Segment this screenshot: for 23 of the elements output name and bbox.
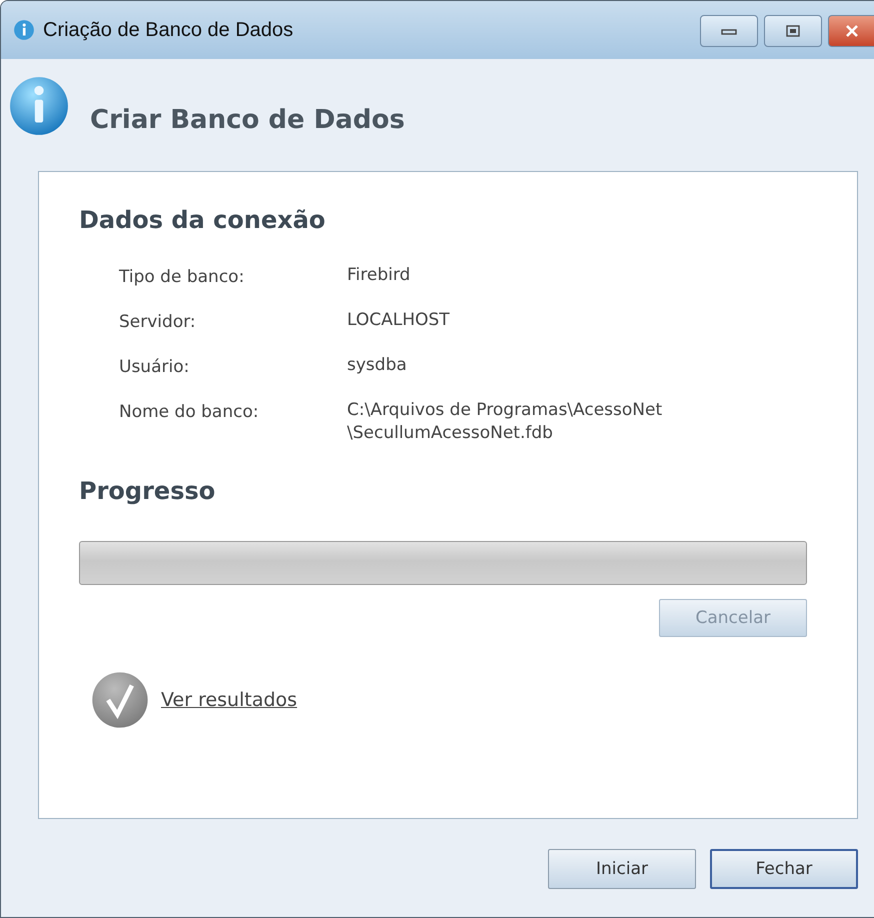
field-label: Tipo de banco: xyxy=(119,266,246,289)
close-icon xyxy=(844,25,858,37)
section-heading: Dados da conexão xyxy=(79,206,326,234)
window-title: Criação de Banco de Dados xyxy=(43,18,294,42)
field-value: C:\Arquivos de Programas\AcessoNet \SecullumAcessoNet.fdb xyxy=(347,398,664,445)
minimize-button[interactable] xyxy=(700,15,758,47)
field-label: Nome do banco: xyxy=(119,400,260,424)
maximize-button[interactable] xyxy=(764,15,822,47)
field-value: sysdba xyxy=(347,354,408,377)
field-value: Firebird xyxy=(347,264,412,287)
results-link[interactable]: Ver resultados xyxy=(161,688,298,711)
field-label: Usuário: xyxy=(119,356,190,379)
close-button[interactable] xyxy=(828,15,874,47)
maximize-icon xyxy=(786,25,800,37)
checkmark-icon xyxy=(91,670,149,729)
field-value: LOCALHOST xyxy=(347,308,451,332)
field-label: Servidor: xyxy=(119,310,197,334)
info-icon xyxy=(13,19,35,41)
dialog-heading: Criar Banco de Dados xyxy=(90,105,405,135)
info-icon xyxy=(8,75,70,137)
dialog-button[interactable]: Iniciar xyxy=(548,849,696,889)
section-heading: Progresso xyxy=(79,476,216,505)
dialog-button[interactable]: Fechar xyxy=(710,849,858,889)
